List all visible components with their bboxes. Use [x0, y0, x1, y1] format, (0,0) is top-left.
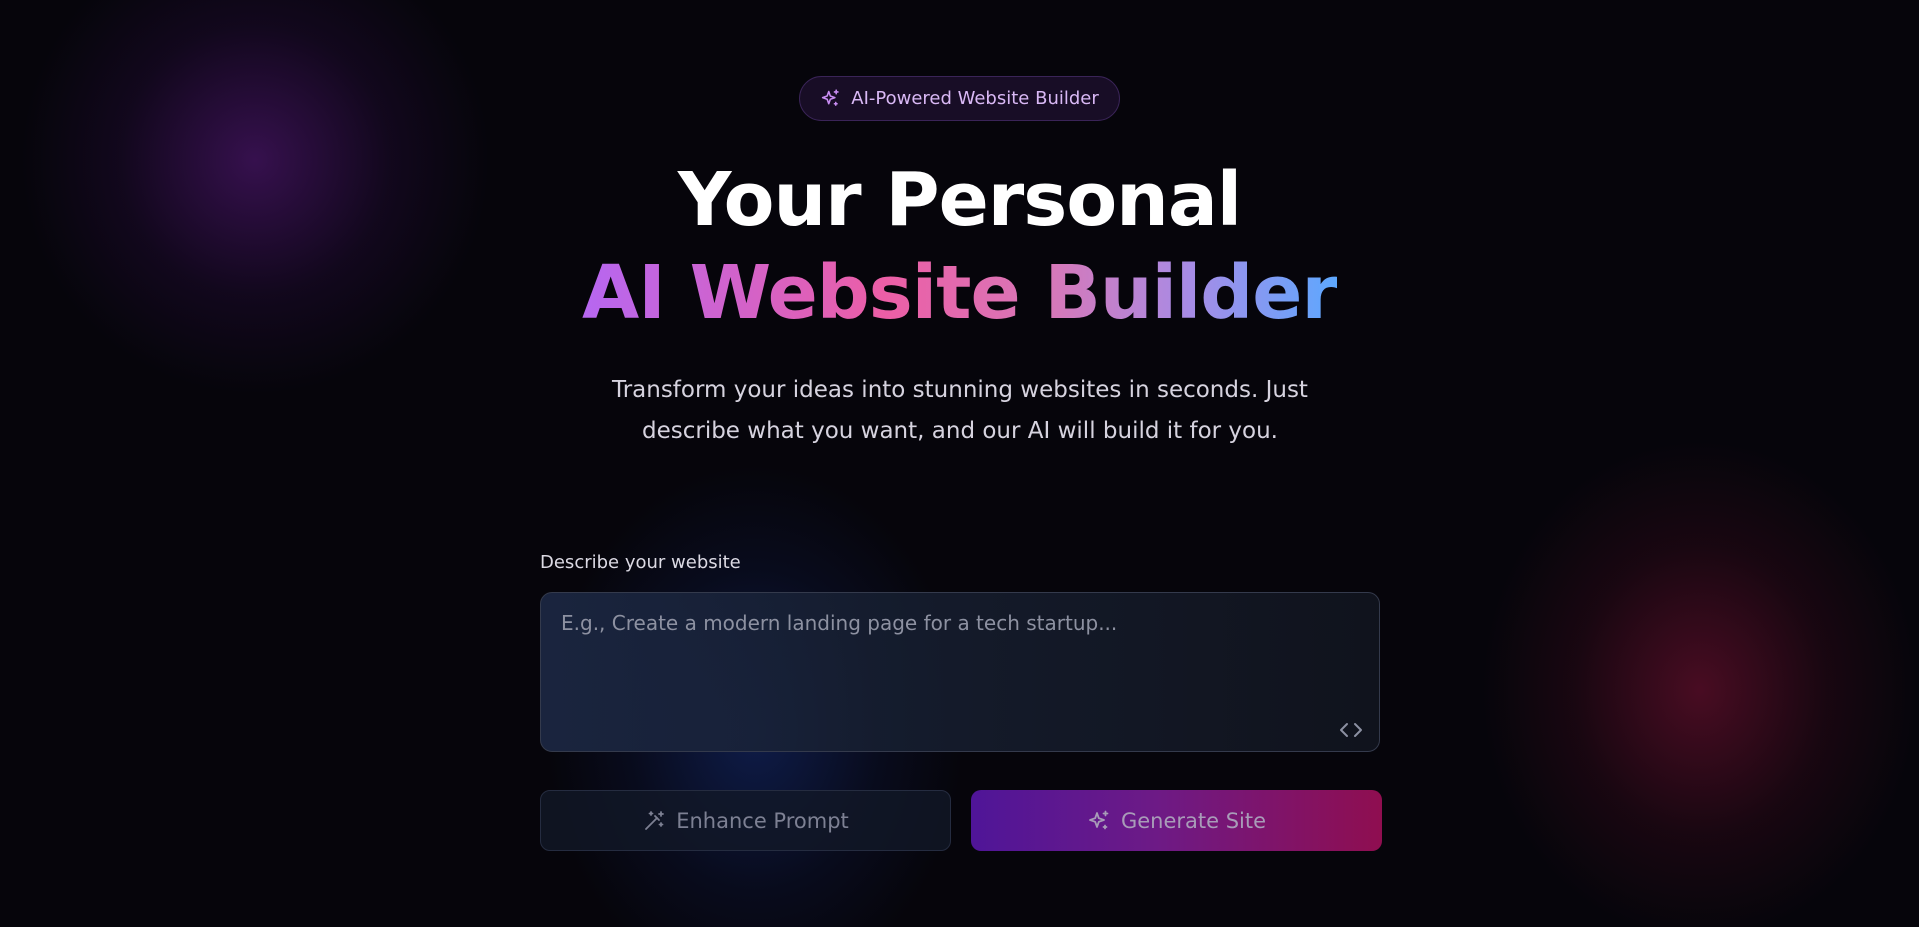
enhance-prompt-button[interactable]: Enhance Prompt: [540, 790, 951, 851]
generate-site-label: Generate Site: [1120, 808, 1267, 833]
sparkles-icon: [822, 89, 839, 106]
hero-title-gradient-text: AI Website Builder: [582, 250, 1338, 336]
enhance-prompt-label: Enhance Prompt: [676, 808, 849, 833]
page-background: AI-Powered Website Builder Your Personal…: [0, 0, 1919, 927]
hero-subtitle: Transform your ideas into stunning websi…: [612, 377, 1308, 444]
prompt-textarea[interactable]: [541, 593, 1379, 751]
prompt-field-container: [540, 592, 1380, 752]
badge-label: AI-Powered Website Builder: [851, 88, 1099, 109]
code-icon[interactable]: [1337, 718, 1365, 742]
magic-wand-icon: [645, 810, 665, 830]
ai-powered-badge: AI-Powered Website Builder: [799, 76, 1120, 121]
hero-title-line1: Your Personal: [677, 157, 1242, 243]
generate-site-button[interactable]: Generate Site: [971, 790, 1382, 851]
prompt-label: Describe your website: [540, 552, 741, 573]
sparkles-icon: [1089, 810, 1109, 829]
hero-title-line2: AI Website Builder: [0, 248, 1919, 338]
